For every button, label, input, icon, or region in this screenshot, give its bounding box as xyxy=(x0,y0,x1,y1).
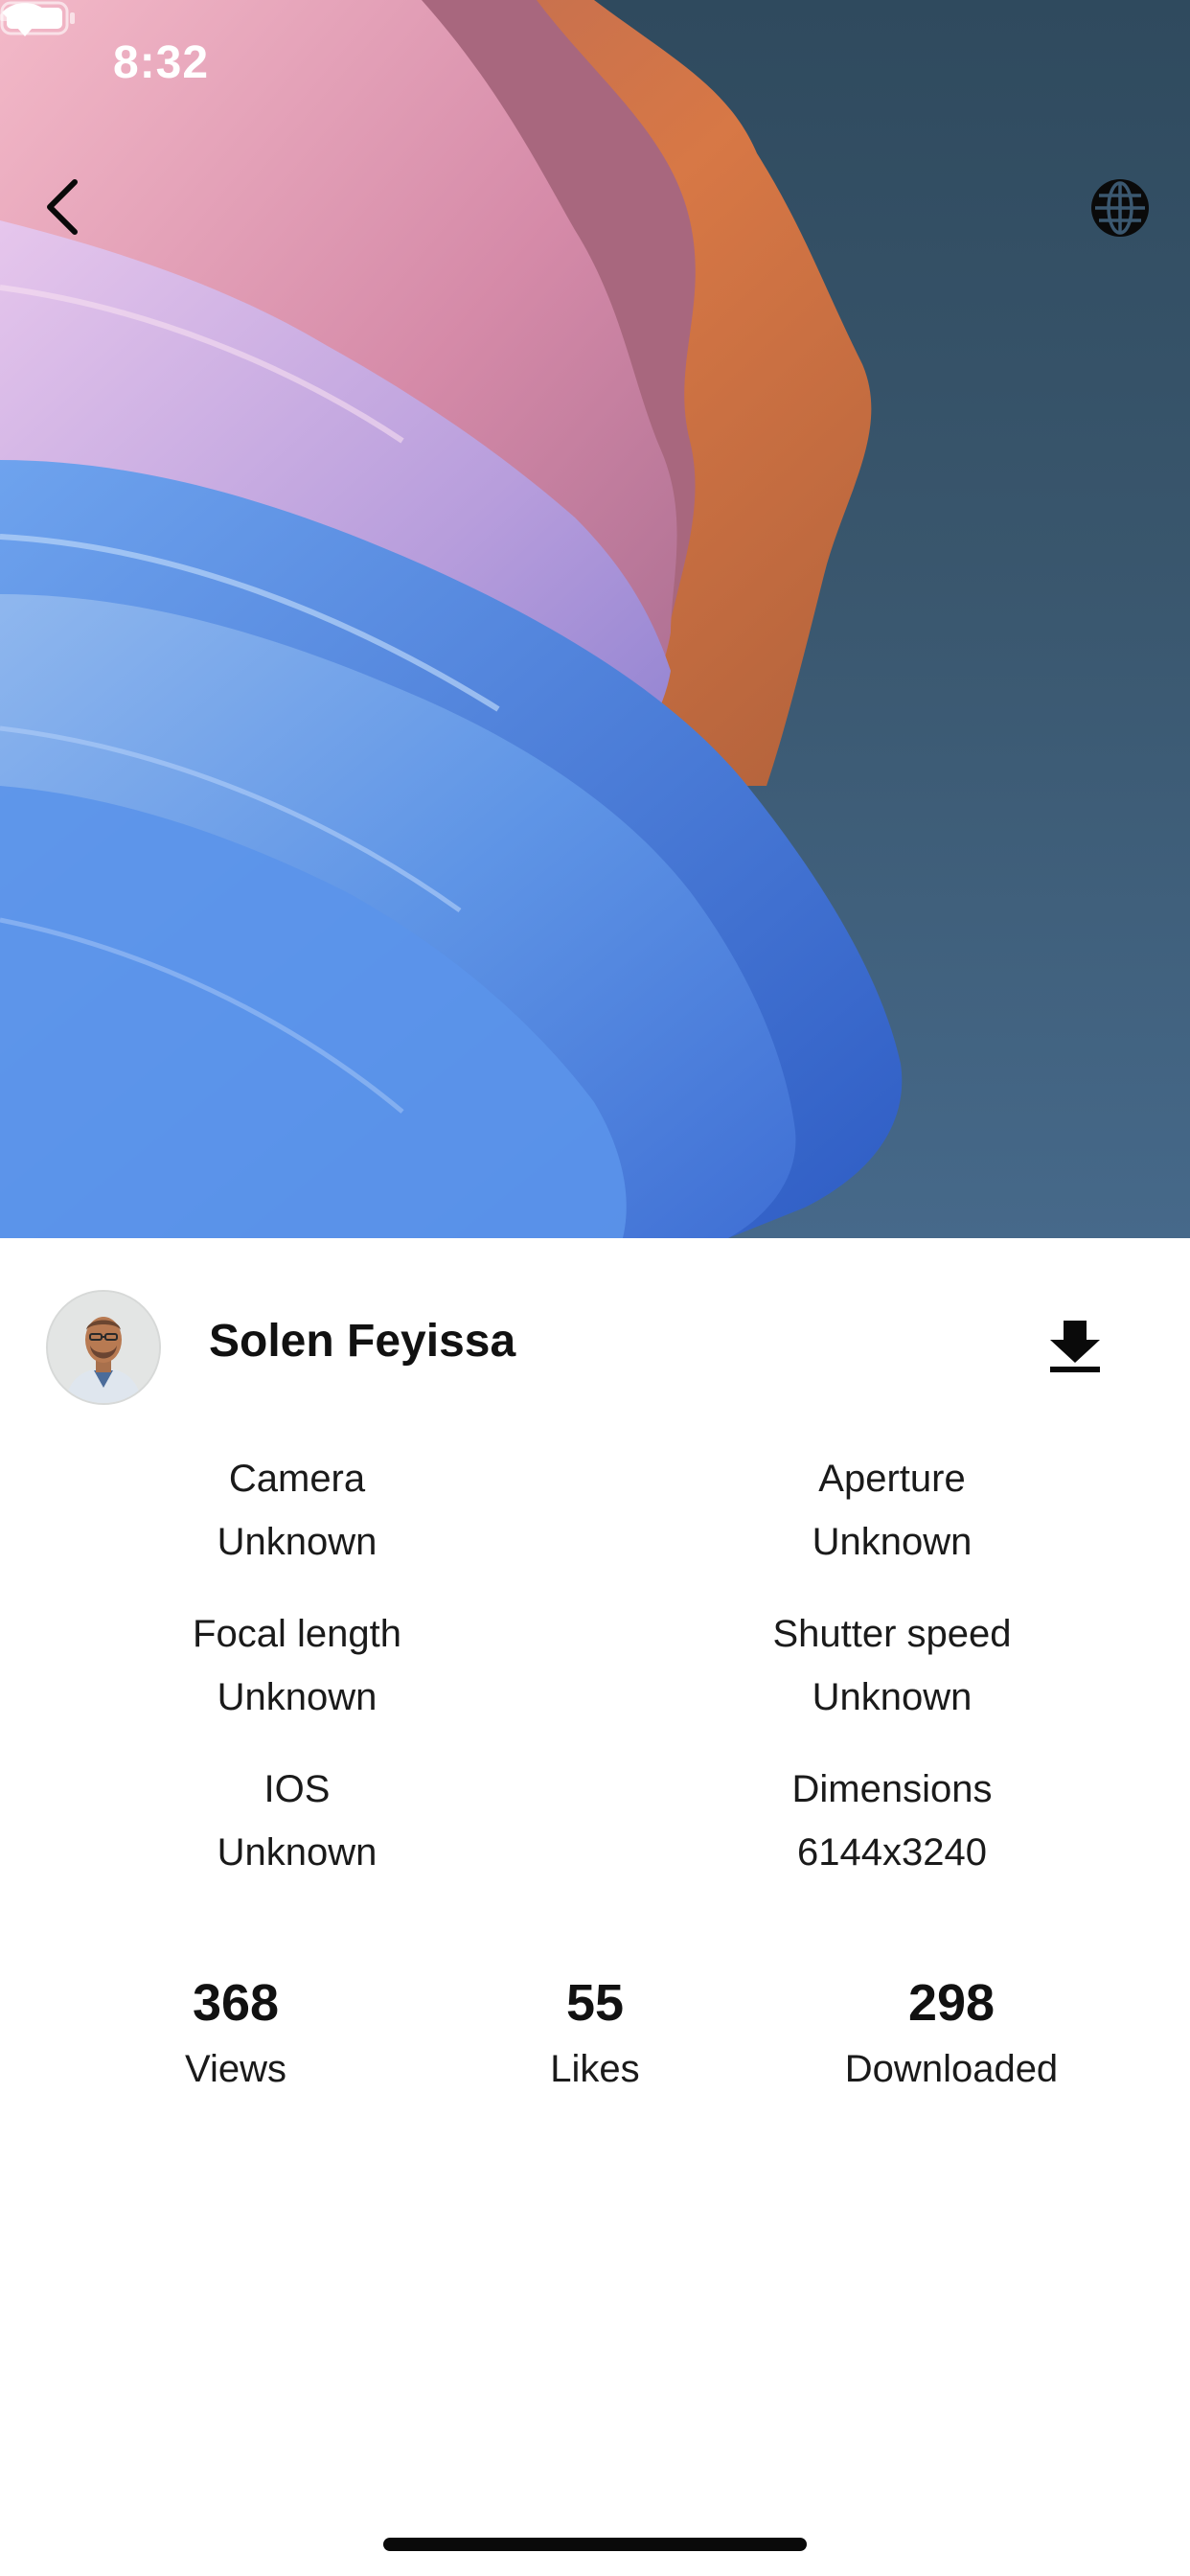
views-count: 368 xyxy=(192,1974,280,2032)
exif-label: Camera xyxy=(228,1458,366,1500)
exif-aperture: Aperture Unknown xyxy=(652,1455,1132,1566)
home-indicator[interactable] xyxy=(383,2538,807,2551)
exif-value: Unknown xyxy=(217,1521,378,1563)
views-label: Views xyxy=(185,2048,286,2090)
open-website-button[interactable] xyxy=(1087,174,1154,242)
avatar-portrait xyxy=(48,1292,159,1403)
exif-value: Unknown xyxy=(217,1676,378,1718)
likes-count: 55 xyxy=(565,1974,625,2032)
status-time: 8:32 xyxy=(113,37,210,88)
exif-label: Focal length xyxy=(193,1613,401,1655)
likes-label: Likes xyxy=(550,2048,640,2090)
exif-label: Shutter speed xyxy=(772,1613,1012,1655)
globe-icon xyxy=(1091,179,1149,237)
chevron-left-icon xyxy=(47,179,78,235)
exif-label: IOS xyxy=(263,1768,331,1810)
stat-views: 368 Views xyxy=(78,1972,394,2093)
exif-camera: Camera Unknown xyxy=(57,1455,537,1566)
exif-dimensions: Dimensions 6144x3240 xyxy=(652,1765,1132,1876)
exif-focal-length: Focal length Unknown xyxy=(57,1610,537,1721)
exif-label: Dimensions xyxy=(791,1768,993,1810)
back-button[interactable] xyxy=(34,169,92,245)
exif-value: Unknown xyxy=(812,1521,973,1563)
downloads-count: 298 xyxy=(907,1974,995,2032)
author-name[interactable]: Solen Feyissa xyxy=(209,1315,515,1368)
exif-value: Unknown xyxy=(812,1676,973,1718)
download-icon xyxy=(1050,1321,1100,1372)
exif-value: Unknown xyxy=(217,1831,378,1874)
exif-shutter-speed: Shutter speed Unknown xyxy=(652,1610,1132,1721)
battery-icon xyxy=(0,1,75,35)
author-avatar[interactable] xyxy=(46,1290,161,1405)
abstract-wave-artwork xyxy=(0,0,903,1238)
status-bar: 8:32 xyxy=(0,0,1190,126)
exif-iso: IOS Unknown xyxy=(57,1765,537,1876)
downloads-label: Downloaded xyxy=(844,2048,1059,2090)
exif-label: Aperture xyxy=(818,1458,966,1500)
photo-preview[interactable]: 8:32 xyxy=(0,0,1190,1238)
download-button[interactable] xyxy=(1044,1315,1106,1376)
stat-downloaded: 298 Downloaded xyxy=(793,1972,1110,2093)
stat-likes: 55 Likes xyxy=(437,1972,753,2093)
exif-value: 6144x3240 xyxy=(797,1831,987,1874)
